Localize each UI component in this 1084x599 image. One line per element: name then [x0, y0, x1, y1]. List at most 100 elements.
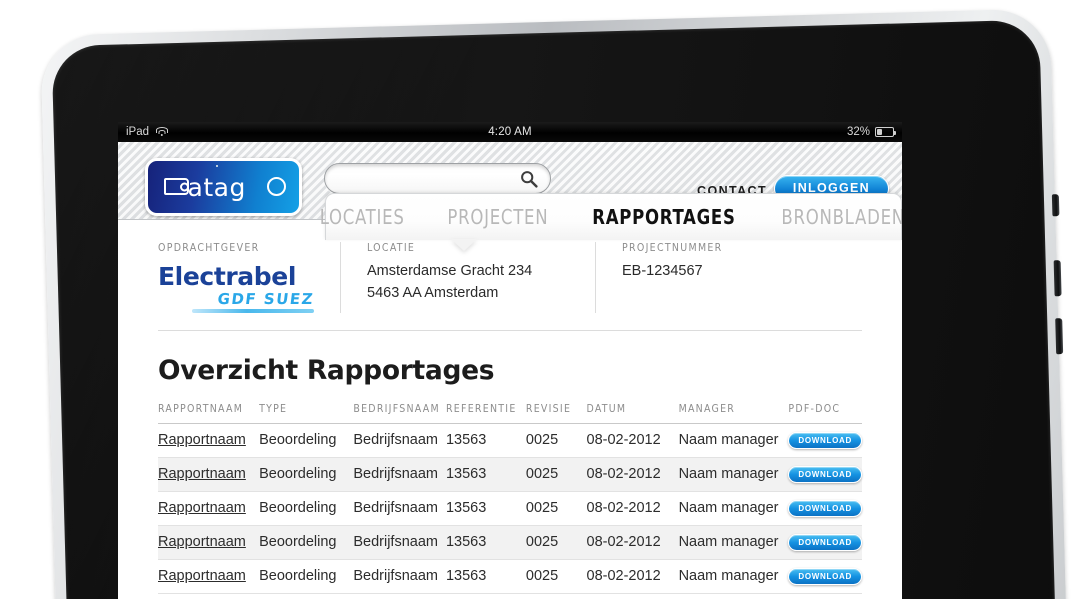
page-title: Overzicht Rapportages [158, 355, 495, 386]
table-row: Rapportnaam Beoordeling Bedrijfsnaam 13563 0… [158, 423, 862, 458]
cell-manager: Naam manager [678, 457, 789, 492]
logo-dot-icon [215, 165, 218, 167]
column-header-pdf-doc[interactable]: PDF-DOC [788, 403, 862, 424]
battery-icon [875, 127, 897, 137]
cell-rapportnaam[interactable]: Rapportnaam [158, 525, 260, 560]
table-row: Rapportnaam Beoordeling Bedrijfsnaam 13563 0… [158, 457, 862, 492]
download-button[interactable]: DOWNLOAD [788, 500, 862, 517]
column-header-type[interactable]: TYPE [259, 403, 354, 424]
cell-referentie: 13563 [445, 525, 526, 560]
report-link[interactable]: Rapportnaam [158, 466, 246, 482]
cell-datum: 08-02-2012 [586, 525, 679, 560]
status-bar-clock: 4:20 AM [488, 126, 532, 138]
projectnummer-value: EB-1234567 [622, 263, 703, 279]
report-link[interactable]: Rapportnaam [158, 568, 246, 584]
cell-type: Beoordeling [259, 525, 354, 560]
column-header-datum[interactable]: DATUM [586, 403, 679, 424]
table-row: Rapportnaam Beoordeling Bedrijfsnaam 13563 0… [158, 559, 862, 594]
cell-bedrijfsnaam: Bedrijfsnaam [353, 491, 446, 526]
info-opdrachtgever: OPDRACHTGEVER Electrabel GDF SUEZ [158, 242, 340, 313]
cell-manager: Naam manager [678, 525, 789, 560]
cell-pdf-doc: DOWNLOAD [788, 559, 862, 594]
download-button[interactable]: DOWNLOAD [788, 568, 862, 585]
cell-manager: Naam manager [678, 423, 789, 458]
cell-revisie: 0025 [525, 423, 587, 458]
mute-switch-button[interactable] [1051, 194, 1060, 217]
cell-revisie: 0025 [525, 457, 587, 492]
cell-referentie: 13563 [445, 559, 526, 594]
ipad-screen: iPad 4:20 AM 32% atag CONTACT INLOGGEN L… [118, 122, 902, 599]
gdf-suez-swoosh-icon [192, 309, 314, 313]
cell-datum: 08-02-2012 [586, 559, 679, 594]
cell-datum: 08-02-2012 [586, 457, 679, 492]
table-row: Rapportnaam Beoordeling Bedrijfsnaam 13563 0… [158, 491, 862, 526]
cell-manager: Naam manager [678, 559, 789, 594]
download-button[interactable]: DOWNLOAD [788, 432, 862, 449]
volume-down-button[interactable] [1055, 318, 1064, 355]
site-header: atag CONTACT INLOGGEN LOCATIES PROJECTEN [118, 142, 902, 251]
cell-pdf-doc: DOWNLOAD [788, 491, 862, 526]
logo-d-glyph-icon [163, 178, 189, 195]
main-navigation: LOCATIES PROJECTEN RAPPORTAGES BRONBLADE… [320, 193, 902, 240]
cell-pdf-doc: DOWNLOAD [788, 525, 862, 560]
logo-circle-icon [266, 177, 286, 196]
search-box[interactable] [324, 163, 551, 194]
info-label-opdrachtgever: OPDRACHTGEVER [158, 242, 260, 254]
cell-rapportnaam[interactable]: Rapportnaam [158, 457, 260, 492]
report-link[interactable]: Rapportnaam [158, 432, 246, 448]
cell-referentie: 13563 [445, 423, 526, 458]
cell-bedrijfsnaam: Bedrijfsnaam [353, 525, 446, 560]
cell-datum: 08-02-2012 [586, 423, 679, 458]
cell-revisie: 0025 [525, 525, 587, 560]
column-header-rapportnaam[interactable]: RAPPORTNAAM [158, 403, 260, 424]
tab-projecten[interactable]: PROJECTEN [431, 205, 563, 229]
cell-rapportnaam[interactable]: Rapportnaam [158, 559, 260, 594]
cell-referentie: 13563 [445, 491, 526, 526]
cell-bedrijfsnaam: Bedrijfsnaam [353, 559, 446, 594]
table-body: Rapportnaam Beoordeling Bedrijfsnaam 13563 0… [158, 423, 862, 594]
ios-status-bar: iPad 4:20 AM 32% [118, 122, 902, 142]
tab-rapportages[interactable]: RAPPORTAGES [577, 205, 752, 229]
cell-datum: 08-02-2012 [586, 491, 679, 526]
tab-locaties[interactable]: LOCATIES [304, 205, 420, 229]
download-button[interactable]: DOWNLOAD [788, 466, 862, 483]
screenshot-stage: iPad 4:20 AM 32% atag CONTACT INLOGGEN L… [0, 0, 1084, 599]
cell-manager: Naam manager [678, 491, 789, 526]
cell-type: Beoordeling [259, 423, 354, 458]
active-tab-caret-icon [451, 239, 477, 251]
cell-pdf-doc: DOWNLOAD [788, 423, 862, 458]
locatie-city: 5463 AA Amsterdam [367, 284, 499, 301]
cell-rapportnaam[interactable]: Rapportnaam [158, 423, 260, 458]
column-header-referentie[interactable]: REFERENTIE [445, 403, 526, 424]
cell-rapportnaam[interactable]: Rapportnaam [158, 491, 260, 526]
table-header-row: RAPPORTNAAM TYPE BEDRIJFSNAAM REFERENTIE… [158, 403, 862, 424]
cell-type: Beoordeling [259, 457, 354, 492]
column-header-manager[interactable]: MANAGER [678, 403, 789, 424]
tab-bronbladen[interactable]: BRONBLADEN [766, 205, 902, 229]
cell-type: Beoordeling [259, 491, 354, 526]
battery-percent-label: 32% [846, 126, 870, 138]
cell-referentie: 13563 [445, 457, 526, 492]
cell-revisie: 0025 [525, 491, 587, 526]
volume-up-button[interactable] [1053, 260, 1062, 297]
report-link[interactable]: Rapportnaam [158, 534, 246, 550]
download-button[interactable]: DOWNLOAD [788, 534, 862, 551]
cell-bedrijfsnaam: Bedrijfsnaam [353, 423, 446, 458]
info-locatie: LOCATIE Amsterdamse Gracht 234 5463 AA A… [340, 242, 595, 313]
logo-text: atag [187, 173, 246, 202]
info-projectnummer: PROJECTNUMMER EB-1234567 [595, 242, 749, 313]
cell-bedrijfsnaam: Bedrijfsnaam [353, 457, 446, 492]
column-header-revisie[interactable]: REVISIE [525, 403, 587, 424]
electrabel-logo: Electrabel GDF SUEZ [158, 261, 316, 313]
report-link[interactable]: Rapportnaam [158, 500, 246, 516]
logo-wordmark: atag [163, 165, 286, 202]
column-header-bedrijfsnaam[interactable]: BEDRIJFSNAAM [353, 403, 446, 424]
page-body: OPDRACHTGEVER Electrabel GDF SUEZ LOCATI… [118, 220, 902, 594]
info-label-projectnummer: PROJECTNUMMER [622, 242, 723, 254]
search-input[interactable] [337, 164, 517, 193]
cell-pdf-doc: DOWNLOAD [788, 457, 862, 492]
datag-logo[interactable]: atag [145, 158, 302, 216]
search-icon[interactable] [520, 170, 538, 188]
cell-type: Beoordeling [259, 559, 354, 594]
gdf-suez-wordmark: GDF SUEZ [216, 290, 316, 308]
